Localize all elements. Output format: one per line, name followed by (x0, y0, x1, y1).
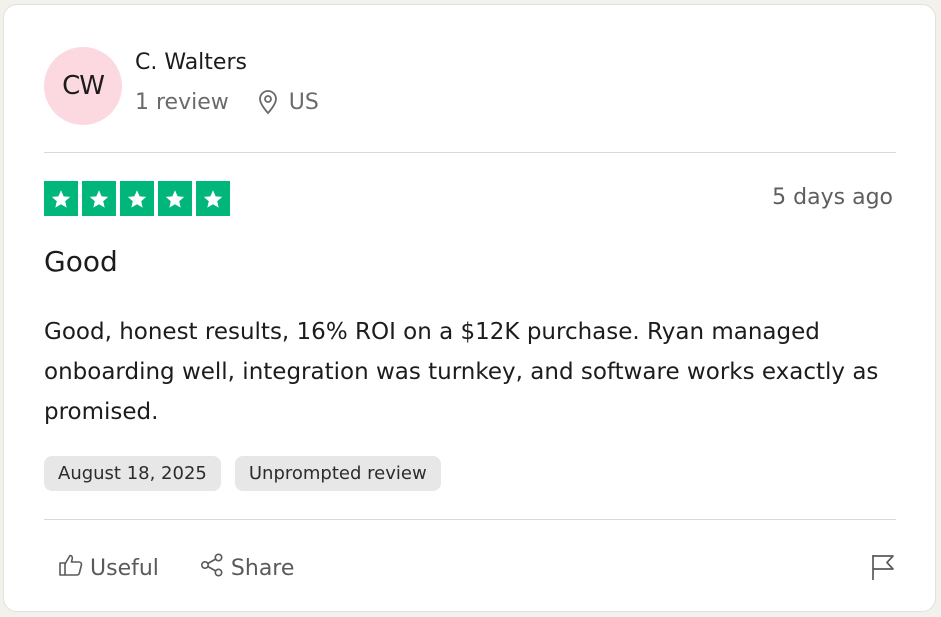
star-rating (44, 181, 230, 216)
review-count: 1 review (135, 89, 229, 115)
star-icon (196, 181, 230, 216)
review-body: Good, honest results, 16% ROI on a $12K … (44, 319, 879, 425)
review-posted-ago: 5 days ago (772, 185, 893, 210)
review-tags: August 18, 2025 Unprompted review (44, 456, 441, 491)
review-actions: Useful Share (58, 552, 334, 584)
footer-divider (44, 519, 896, 520)
useful-button[interactable]: Useful (58, 552, 159, 584)
location-pin-icon (257, 89, 279, 115)
review-card: CW C. Walters 1 review US 5 days ago Goo… (3, 4, 936, 612)
report-flag-icon[interactable] (869, 552, 897, 586)
experience-date-badge: August 18, 2025 (44, 456, 221, 491)
star-icon (82, 181, 116, 216)
reviewer-location: US (288, 89, 319, 115)
review-type-badge[interactable]: Unprompted review (234, 456, 441, 491)
thumbs-up-icon (58, 552, 90, 584)
reviewer-name[interactable]: C. Walters (135, 50, 247, 75)
avatar: CW (44, 47, 122, 125)
reviewer-meta: 1 review US (135, 89, 319, 115)
star-icon (120, 181, 154, 216)
share-label: Share (230, 555, 295, 581)
star-icon (44, 181, 78, 216)
header-divider (44, 152, 896, 153)
review-title: Good (44, 245, 118, 278)
star-icon (158, 181, 192, 216)
avatar-initials: CW (62, 71, 105, 101)
share-icon (199, 552, 231, 584)
share-button[interactable]: Share (199, 552, 295, 584)
useful-label: Useful (90, 555, 159, 581)
